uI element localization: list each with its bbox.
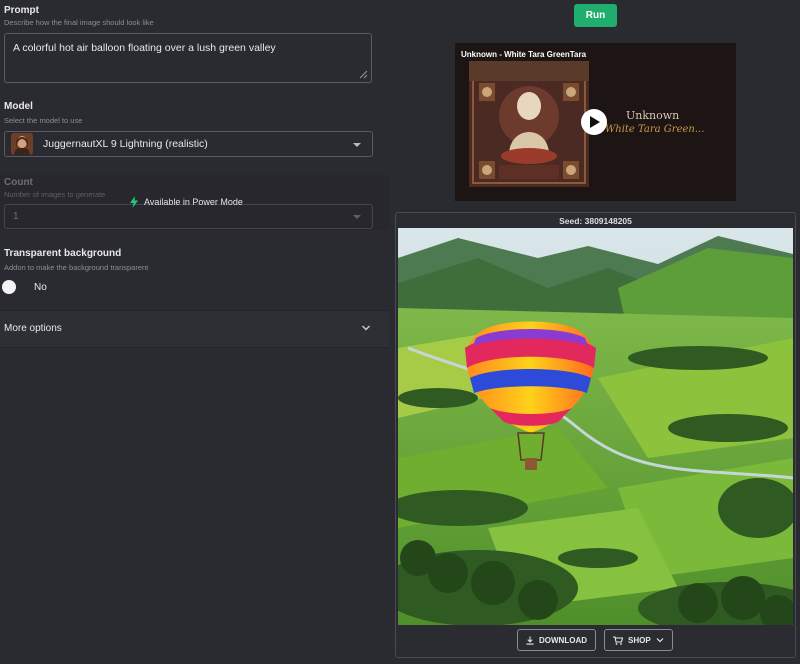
model-subtitle: Select the model to use (4, 116, 83, 125)
download-label: DOWNLOAD (539, 635, 587, 645)
prompt-subtitle: Describe how the final image should look… (4, 18, 154, 27)
shop-label: SHOP (628, 635, 651, 645)
video-thumbnail-painting (469, 61, 589, 187)
run-button[interactable]: Run (574, 4, 617, 27)
model-thumbnail (11, 133, 33, 155)
download-icon (526, 636, 534, 645)
count-subtitle: Number of images to generate (4, 190, 106, 199)
caret-down-icon (353, 143, 361, 147)
prompt-textarea[interactable]: A colorful hot air balloon floating over… (4, 33, 372, 83)
transparent-bg-title: Transparent background (4, 248, 122, 259)
caret-down-icon (353, 215, 361, 219)
play-button[interactable] (581, 109, 607, 135)
video-player[interactable]: Unknown - White Tara GreenTara Unknown W… (455, 43, 736, 201)
seed-label: Seed: 3809148205 (559, 216, 632, 226)
transparent-bg-toggle-label: No (34, 282, 47, 293)
count-section: Count Number of images to generate 1 Ava… (0, 175, 389, 230)
download-button[interactable]: DOWNLOAD (517, 629, 596, 651)
transparent-bg-toggle[interactable] (2, 280, 16, 294)
video-overlay-artist: Unknown (626, 109, 680, 122)
more-options-accordion[interactable]: More options (0, 310, 389, 348)
model-select[interactable]: JuggernautXL 9 Lightning (realistic) (4, 131, 373, 157)
transparent-bg-subtitle: Addon to make the background transparent (4, 263, 149, 272)
more-options-label: More options (4, 323, 62, 334)
video-overlay-track: White Tara Green... (605, 124, 705, 135)
generated-image[interactable] (398, 228, 793, 625)
video-title: Unknown - White Tara GreenTara (461, 50, 587, 59)
count-title: Count (4, 177, 33, 188)
app-page: Prompt Describe how the final image shou… (0, 0, 800, 664)
chevron-down-icon (656, 638, 664, 643)
result-card: Seed: 3809148205 DOWNLOAD SHOP (395, 212, 796, 658)
chevron-down-icon (361, 325, 371, 331)
model-title: Model (4, 101, 33, 112)
prompt-title: Prompt (4, 5, 39, 16)
resize-handle-icon[interactable] (359, 70, 368, 79)
prompt-text: A colorful hot air balloon floating over… (13, 42, 276, 54)
power-mode-notice[interactable]: Available in Power Mode (130, 196, 243, 208)
play-icon (590, 116, 600, 128)
count-value: 1 (13, 211, 19, 222)
power-mode-label: Available in Power Mode (144, 197, 243, 207)
model-selected-label: JuggernautXL 9 Lightning (realistic) (43, 138, 208, 150)
cart-icon (613, 635, 623, 645)
shop-button[interactable]: SHOP (604, 629, 673, 651)
lightning-bolt-icon (130, 196, 138, 208)
settings-panel: Prompt Describe how the final image shou… (0, 0, 390, 664)
